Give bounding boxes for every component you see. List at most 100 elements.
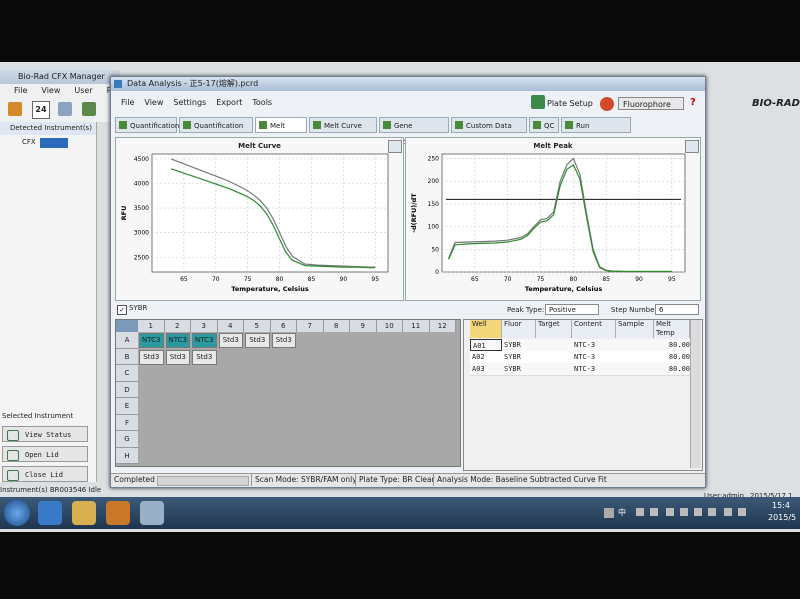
plate-column-header[interactable]: 9 (350, 320, 377, 332)
menu-file[interactable]: File (121, 98, 134, 107)
plate-row-header[interactable]: D (116, 381, 138, 398)
plate-column-header[interactable]: 1 (138, 320, 165, 332)
volume-icon[interactable] (694, 508, 702, 516)
plate-row-header[interactable]: G (116, 431, 138, 448)
plate-select-all[interactable] (116, 320, 138, 332)
start-button-icon[interactable] (4, 500, 30, 526)
table-header[interactable]: Content (572, 320, 616, 338)
table-header[interactable]: Fluor (502, 320, 536, 338)
step-number-dropdown[interactable]: 6 (655, 304, 699, 315)
plate-well[interactable]: Std3 (245, 333, 270, 348)
plate-column-header[interactable]: 6 (270, 320, 297, 332)
main-menu-file[interactable]: File (14, 86, 27, 95)
tray-icon[interactable] (708, 508, 716, 516)
taskbar: 中 15:4 2015/5 (0, 497, 800, 529)
table-header[interactable]: Sample (616, 320, 654, 338)
plate-column-header[interactable]: 10 (376, 320, 403, 332)
tab-gene-expression[interactable]: Gene Expression (379, 117, 449, 146)
table-row[interactable]: A03 SYBR NTC-3 80.00 (470, 363, 690, 376)
close-lid-button[interactable]: Close Lid (2, 466, 88, 482)
plate-well[interactable]: Std3 (139, 349, 164, 365)
plate-well[interactable]: Std3 (192, 349, 217, 365)
plate-row-header[interactable]: F (116, 414, 138, 431)
plate-row-header[interactable]: E (116, 398, 138, 415)
plate-row-header[interactable]: A (116, 332, 138, 349)
plate-setup-button[interactable]: Plate Setup (547, 99, 593, 108)
flag-icon[interactable] (738, 508, 746, 516)
plate-column-header[interactable]: 8 (323, 320, 350, 332)
peak-type-dropdown[interactable]: Positive (545, 304, 599, 315)
plate-well[interactable]: NTC3 (139, 333, 164, 348)
menu-export[interactable]: Export (216, 98, 242, 107)
tab-icon (383, 121, 391, 129)
tab-custom-data-view[interactable]: Custom Data View (451, 117, 527, 146)
x-tick-label: 95 (371, 276, 379, 283)
plate-setup-icon (531, 95, 545, 109)
biorad-logo: BIO-RAD (752, 98, 800, 109)
tab-qc[interactable]: QC (529, 117, 559, 133)
plate-column-header[interactable]: 7 (297, 320, 324, 332)
instrument-sidebar: Detected Instrument(s) CFX Selected Inst… (0, 122, 97, 482)
cfx-manager-icon[interactable] (140, 501, 164, 525)
plate-column-header[interactable]: 2 (164, 320, 191, 332)
plate-well[interactable]: Std3 (165, 349, 190, 365)
menu-view[interactable]: View (144, 98, 163, 107)
plate-well[interactable]: NTC3 (192, 333, 217, 348)
table-cell: SYBR (504, 341, 521, 349)
help-icon[interactable]: ? (690, 97, 696, 108)
table-header[interactable]: Target (536, 320, 572, 338)
explorer-icon[interactable] (72, 501, 96, 525)
x-tick-label: 80 (570, 276, 578, 283)
table-cell (616, 339, 654, 351)
open-folder-icon[interactable] (8, 102, 22, 116)
tray-icon[interactable] (636, 508, 644, 516)
clock-time[interactable]: 15:4 (772, 501, 790, 510)
plate-column-header[interactable]: 11 (403, 320, 430, 332)
run-icon[interactable] (82, 102, 96, 116)
table-scrollbar[interactable] (690, 320, 701, 468)
menu-settings[interactable]: Settings (173, 98, 206, 107)
tray-icon[interactable] (650, 508, 658, 516)
table-header[interactable]: Melt Temp (654, 320, 690, 338)
view-status-button[interactable]: View Status (2, 426, 88, 442)
plate-column-header[interactable]: 4 (217, 320, 244, 332)
table-header[interactable]: Well (470, 320, 502, 338)
tab-run-information[interactable]: Run Information (561, 117, 631, 146)
main-menu-user[interactable]: User (74, 86, 92, 95)
menu-tools[interactable]: Tools (252, 98, 272, 107)
keyboard-icon[interactable] (604, 508, 614, 518)
table-cell: A03 (472, 365, 485, 373)
tab-quantification[interactable]: Quantification (115, 117, 179, 133)
instrument-tree-item[interactable] (40, 138, 68, 148)
plate-row-header[interactable]: C (116, 365, 138, 382)
open-lid-button[interactable]: Open Lid (2, 446, 88, 462)
plate-row-header[interactable]: B (116, 348, 138, 365)
plate-row-header[interactable]: H (116, 447, 138, 464)
tray-icon[interactable] (666, 508, 674, 516)
window-title[interactable]: Data Analysis - 正5-17(熔解).pcrd (111, 77, 705, 91)
y-tick-label: 4000 (134, 181, 149, 188)
plate-well[interactable]: Std3 (271, 333, 296, 348)
sybr-checkbox[interactable]: ✓ (117, 305, 127, 315)
fluorophore-dropdown[interactable]: Fluorophore (618, 97, 684, 110)
plate-well[interactable]: NTC3 (165, 333, 190, 348)
x-tick-label: 85 (308, 276, 316, 283)
ime-indicator[interactable]: 中 (618, 507, 626, 518)
tab-melt-curve-data[interactable]: Melt Curve Data (309, 117, 377, 146)
plate-column-header[interactable]: 3 (191, 320, 218, 332)
calendar-icon[interactable]: 24 (32, 101, 50, 119)
ie-icon[interactable] (38, 501, 62, 525)
table-cell: 80.00 (668, 353, 690, 361)
tab-melt-curve[interactable]: Melt Curve (255, 117, 307, 146)
plate-column-header[interactable]: 12 (429, 320, 456, 332)
grid-icon[interactable] (58, 102, 72, 116)
network-icon[interactable] (680, 508, 688, 516)
plate-column-header[interactable]: 5 (244, 320, 271, 332)
clock-date[interactable]: 2015/5 (768, 513, 796, 522)
plate-well[interactable]: Std3 (218, 333, 243, 348)
main-menu-view[interactable]: View (41, 86, 60, 95)
media-icon[interactable] (106, 501, 130, 525)
table-cell: A01 (470, 339, 502, 351)
tray-icon[interactable] (724, 508, 732, 516)
tab-quantification-data[interactable]: Quantification Data (179, 117, 253, 146)
